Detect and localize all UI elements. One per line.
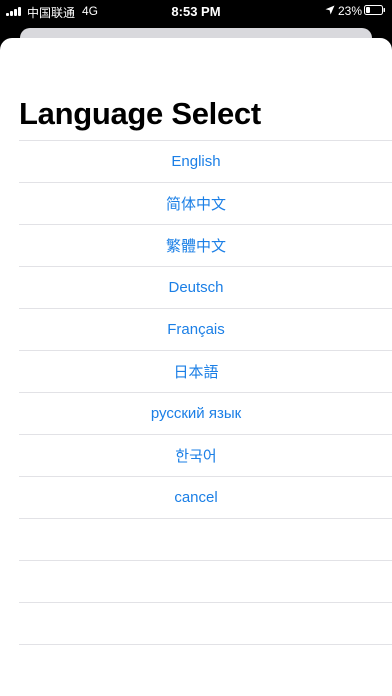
language-select-sheet: Language Select English 简体中文 繁體中文 Deutsc… bbox=[0, 38, 392, 696]
language-option-simplified-chinese[interactable]: 简体中文 bbox=[19, 182, 392, 224]
battery-percentage: 23% bbox=[338, 4, 363, 18]
empty-row bbox=[19, 560, 392, 602]
language-option-traditional-chinese[interactable]: 繁體中文 bbox=[19, 224, 392, 266]
status-bar: 中国联通 4G 8:53 PM 23% bbox=[0, 0, 392, 22]
screen: 中国联通 4G 8:53 PM 23% Language Select Engl… bbox=[0, 0, 392, 696]
language-list: English 简体中文 繁體中文 Deutsch Français 日本語 р… bbox=[19, 140, 392, 686]
language-option-korean[interactable]: 한국어 bbox=[19, 434, 392, 476]
location-icon bbox=[325, 5, 335, 15]
language-option-english[interactable]: English bbox=[19, 140, 392, 182]
language-option-japanese[interactable]: 日本語 bbox=[19, 350, 392, 392]
empty-row bbox=[19, 602, 392, 644]
language-option-french[interactable]: Français bbox=[19, 308, 392, 350]
empty-row bbox=[19, 644, 392, 686]
language-option-german[interactable]: Deutsch bbox=[19, 266, 392, 308]
page-title: Language Select bbox=[19, 96, 261, 131]
battery-icon bbox=[364, 5, 385, 15]
cancel-button[interactable]: cancel bbox=[19, 476, 392, 518]
language-option-russian[interactable]: русский язык bbox=[19, 392, 392, 434]
empty-row bbox=[19, 518, 392, 560]
